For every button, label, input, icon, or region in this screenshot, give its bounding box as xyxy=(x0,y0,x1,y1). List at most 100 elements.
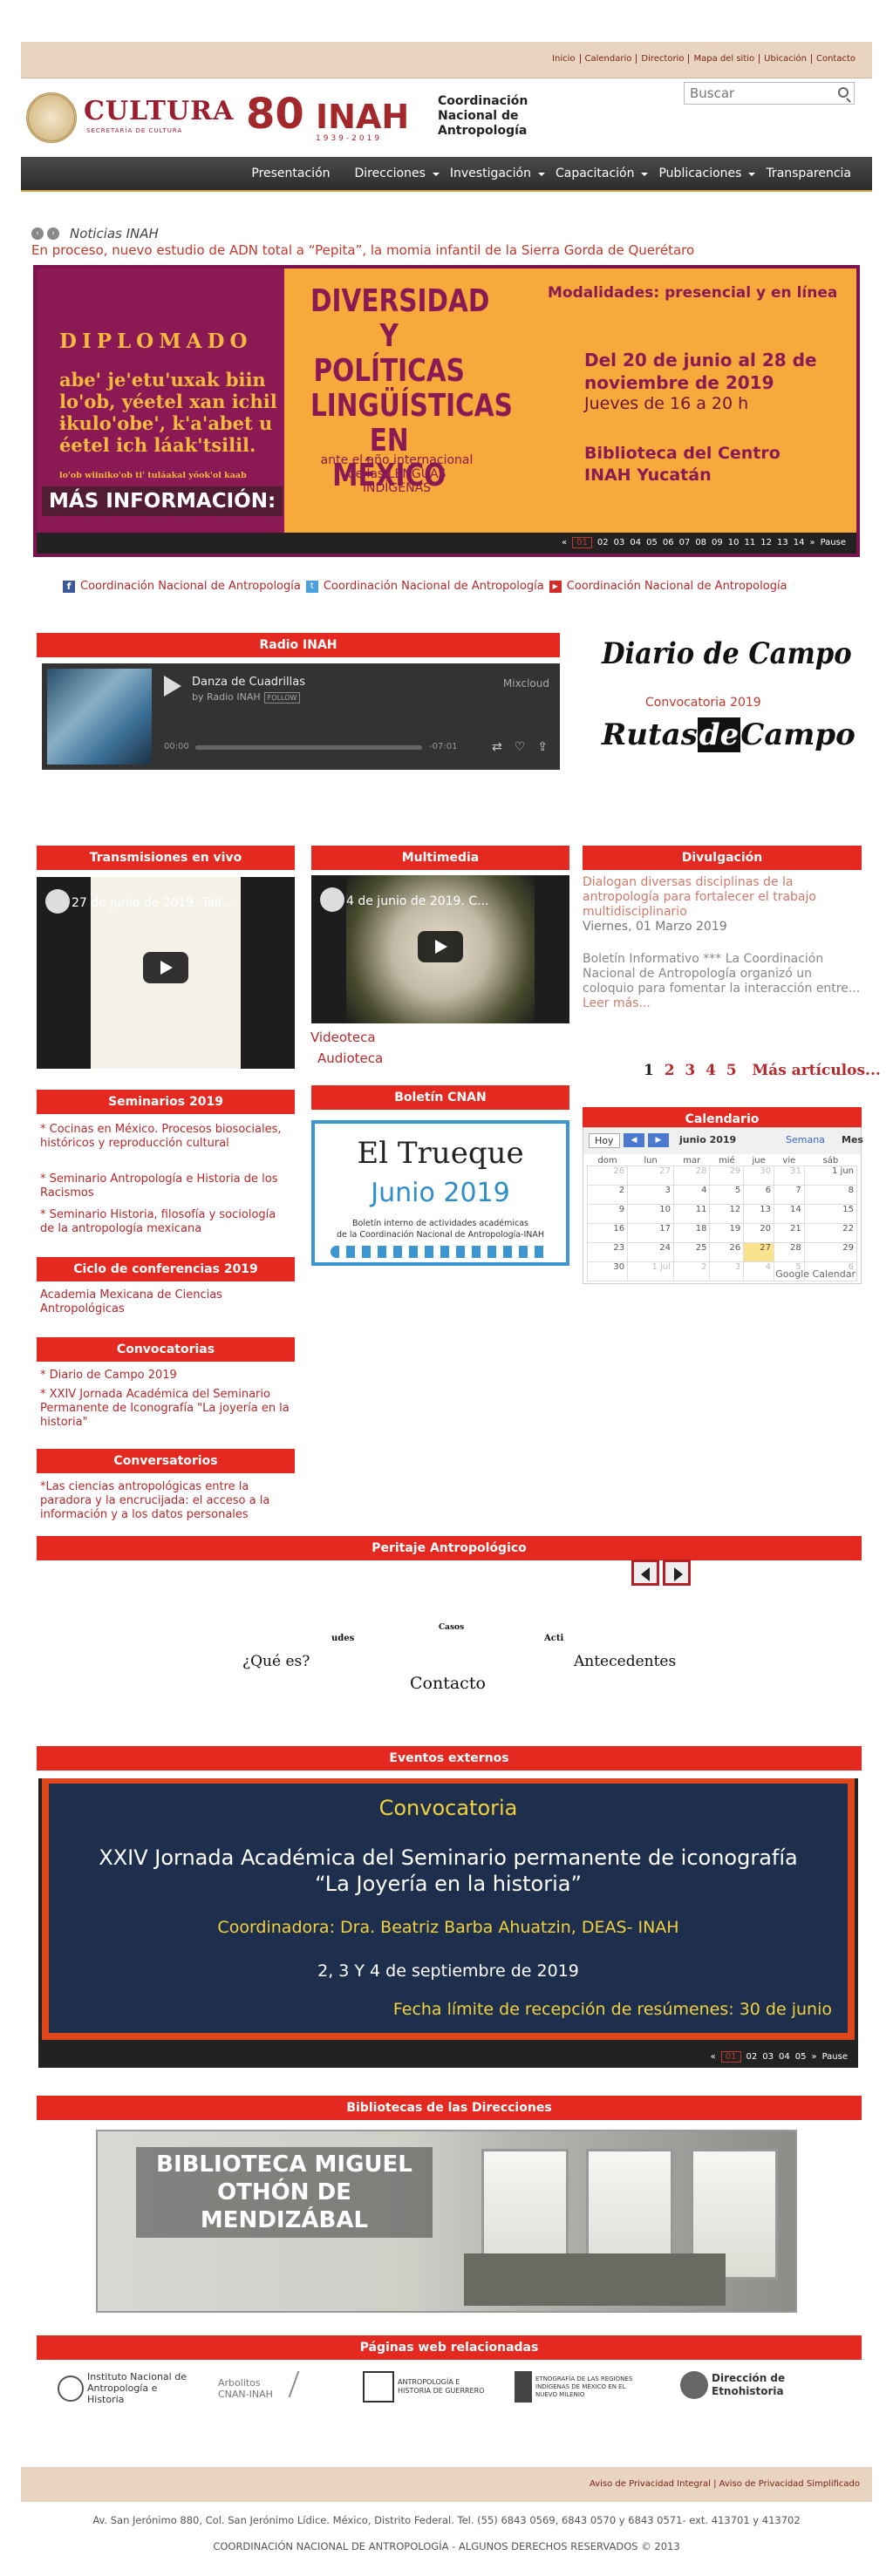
related-link-inah[interactable]: Instituto Nacional de Antropología e His… xyxy=(58,2371,206,2405)
pager1-item[interactable]: 07 xyxy=(679,538,691,547)
nav-transparencia[interactable]: Transparencia xyxy=(753,167,863,180)
follow-button[interactable]: FOLLOW xyxy=(263,692,301,703)
pager2-item[interactable]: » xyxy=(811,2052,816,2062)
cultura-logo[interactable]: CULTURA xyxy=(84,96,234,126)
calendar-day-cell[interactable]: 29 xyxy=(709,1166,745,1186)
calendar-day-cell[interactable]: 25 xyxy=(672,1242,711,1262)
calendar-day-cell[interactable]: 27 xyxy=(627,1166,674,1186)
diario-de-campo-logo[interactable]: Diario de Campo xyxy=(602,636,852,671)
pager1-item[interactable]: 12 xyxy=(760,538,772,547)
calendar-today-button[interactable]: Hoy xyxy=(589,1133,620,1148)
youtube-link[interactable]: Coordinación Nacional de Antropología xyxy=(567,580,787,593)
pager1-item[interactable]: Pause xyxy=(821,538,846,547)
calendar-day-cell[interactable]: 5 xyxy=(709,1185,745,1205)
peritaje-casos[interactable]: Casos xyxy=(439,1623,464,1632)
play-icon[interactable] xyxy=(164,676,181,697)
calendar-day-cell[interactable]: 30 xyxy=(743,1166,774,1186)
calendar-day-cell[interactable]: 26 xyxy=(586,1166,629,1186)
pager2-item[interactable]: 03 xyxy=(762,2052,774,2062)
related-link-etnografia[interactable]: ETNOGRAFÍA DE LAS REGIONES INDÍGENAS DE … xyxy=(515,2371,663,2403)
calendar-month[interactable]: junio 2019 xyxy=(679,1134,736,1145)
pager2-item[interactable]: 01 xyxy=(720,2051,741,2063)
pager1-item[interactable]: 04 xyxy=(630,538,641,547)
calendar-day-cell[interactable]: 24 xyxy=(627,1242,674,1262)
video-title[interactable]: 4 de junio de 2019. C... xyxy=(346,894,556,908)
pager1-item[interactable]: 14 xyxy=(794,538,805,547)
news-next-icon[interactable]: › xyxy=(47,228,59,240)
calendar-day-cell[interactable]: 8 xyxy=(803,1185,858,1205)
related-link-arbolitos[interactable]: Arbolitos CNAN-INAH xyxy=(218,2371,340,2400)
pager1-item[interactable]: 08 xyxy=(695,538,706,547)
calendar-day-cell[interactable]: 23 xyxy=(586,1242,629,1262)
calendar-day-cell[interactable]: 22 xyxy=(803,1223,858,1243)
peritaje-acti[interactable]: Acti xyxy=(544,1634,563,1643)
eventos-slider[interactable]: Convocatoria XXIV Jornada Académica del … xyxy=(38,1778,858,2068)
conversatorio-link[interactable]: *Las ciencias antropológicas entre la pa… xyxy=(40,1480,293,1522)
util-link-mapa[interactable]: Mapa del sitio xyxy=(688,54,759,64)
convocatoria-2019-link[interactable]: Convocatoria 2019 xyxy=(645,696,761,710)
peritaje-next-icon[interactable] xyxy=(663,1560,691,1586)
nav-capacitacion[interactable]: Capacitación xyxy=(543,167,648,180)
util-link-calendario[interactable]: Calendario xyxy=(579,54,637,64)
util-link-directorio[interactable]: Directorio xyxy=(636,54,688,64)
repost-icon[interactable]: ⇄ xyxy=(492,740,502,754)
pager1-item[interactable]: 09 xyxy=(712,538,723,547)
calendar-day-cell[interactable]: 17 xyxy=(627,1223,674,1243)
calendar-day-cell[interactable]: 16 xyxy=(586,1223,629,1243)
youtube-embed-transmision[interactable]: 27 de junio de 2019. Tall... xyxy=(37,877,295,1069)
seminario-link-racismos[interactable]: * Seminario Antropología e Historia de l… xyxy=(40,1172,293,1200)
google-calendar-link[interactable]: Google Calendar xyxy=(775,1268,856,1280)
peritaje-prev-icon[interactable] xyxy=(631,1560,659,1586)
pager1-item[interactable]: 11 xyxy=(745,538,756,547)
page-5[interactable]: 5 xyxy=(726,1062,737,1079)
pager1-item[interactable]: » xyxy=(809,538,815,547)
article-title-link[interactable]: Dialogan diversas disciplinas de la antr… xyxy=(583,875,862,920)
peritaje-udes[interactable]: udes xyxy=(331,1634,354,1643)
mas-articulos-link[interactable]: Más artículos... xyxy=(752,1062,880,1079)
privacy-integral-link[interactable]: Aviso de Privacidad Integral xyxy=(590,2479,711,2489)
convocatoria-link-diario[interactable]: * Diario de Campo 2019 xyxy=(40,1369,293,1383)
ciclo-link-academia[interactable]: Academia Mexicana de Ciencias Antropológ… xyxy=(40,1288,293,1316)
calendar-day-cell[interactable]: 1 jun xyxy=(803,1166,858,1186)
calendar-day-cell[interactable]: 20 xyxy=(743,1223,774,1243)
featured-slider[interactable]: DIPLOMADO abe' je'etu'uxak biin lo'ob, y… xyxy=(33,265,860,557)
calendar-day-cell[interactable]: 21 xyxy=(773,1223,805,1243)
calendar-month-tab[interactable]: Mes xyxy=(842,1134,863,1145)
audioteca-link[interactable]: Audioteca xyxy=(317,1051,383,1065)
convocatoria-link-jornada[interactable]: * XXIV Jornada Académica del Seminario P… xyxy=(40,1388,293,1430)
youtube-embed-multimedia[interactable]: 4 de junio de 2019. C... xyxy=(311,875,569,1023)
nav-publicaciones[interactable]: Publicaciones xyxy=(646,167,756,180)
calendar-day-cell[interactable]: 11 xyxy=(672,1204,711,1224)
calendar-day-cell[interactable]: 29 xyxy=(803,1242,858,1262)
twitter-icon[interactable]: t xyxy=(305,580,318,593)
peritaje-contacto[interactable]: Contacto xyxy=(410,1674,486,1693)
pager1-item[interactable]: 01 xyxy=(572,537,592,548)
search-icon[interactable] xyxy=(838,87,849,98)
calendar-day-cell[interactable]: 30 xyxy=(586,1261,629,1281)
videoteca-link[interactable]: Videoteca xyxy=(310,1030,376,1044)
calendar-day-cell[interactable]: 3 xyxy=(709,1261,745,1281)
calendar-day-cell[interactable]: 9 xyxy=(586,1204,629,1224)
pager1-item[interactable]: 13 xyxy=(777,538,788,547)
nav-direcciones[interactable]: Direcciones xyxy=(343,167,440,180)
heart-icon[interactable]: ♡ xyxy=(515,740,526,754)
pager1-item[interactable]: « xyxy=(562,538,567,547)
calendar-prev-icon[interactable]: ◀ xyxy=(624,1133,644,1147)
facebook-icon[interactable]: f xyxy=(63,580,75,593)
youtube-icon[interactable]: ▶ xyxy=(549,580,562,593)
video-play-icon[interactable] xyxy=(418,931,463,962)
calendar-day-cell[interactable]: 4 xyxy=(672,1185,711,1205)
util-link-inicio[interactable]: Inicio xyxy=(548,54,579,64)
calendar-day-cell[interactable]: 31 xyxy=(773,1166,805,1186)
pager2-item[interactable]: 05 xyxy=(795,2052,807,2062)
calendar-day-cell[interactable]: 7 xyxy=(773,1185,805,1205)
calendar-day-cell[interactable]: 4 xyxy=(743,1261,774,1281)
video-play-icon[interactable] xyxy=(143,952,188,983)
calendar-next-icon[interactable]: ▶ xyxy=(648,1133,669,1147)
calendar-day-cell[interactable]: 12 xyxy=(709,1204,745,1224)
pager2-item[interactable]: « xyxy=(711,2052,716,2062)
news-headline-link[interactable]: En proceso, nuevo estudio de ADN total a… xyxy=(31,242,694,258)
pager1-item[interactable]: 02 xyxy=(597,538,609,547)
calendar-week-tab[interactable]: Semana xyxy=(786,1134,825,1145)
calendar-day-cell[interactable]: 14 xyxy=(773,1204,805,1224)
